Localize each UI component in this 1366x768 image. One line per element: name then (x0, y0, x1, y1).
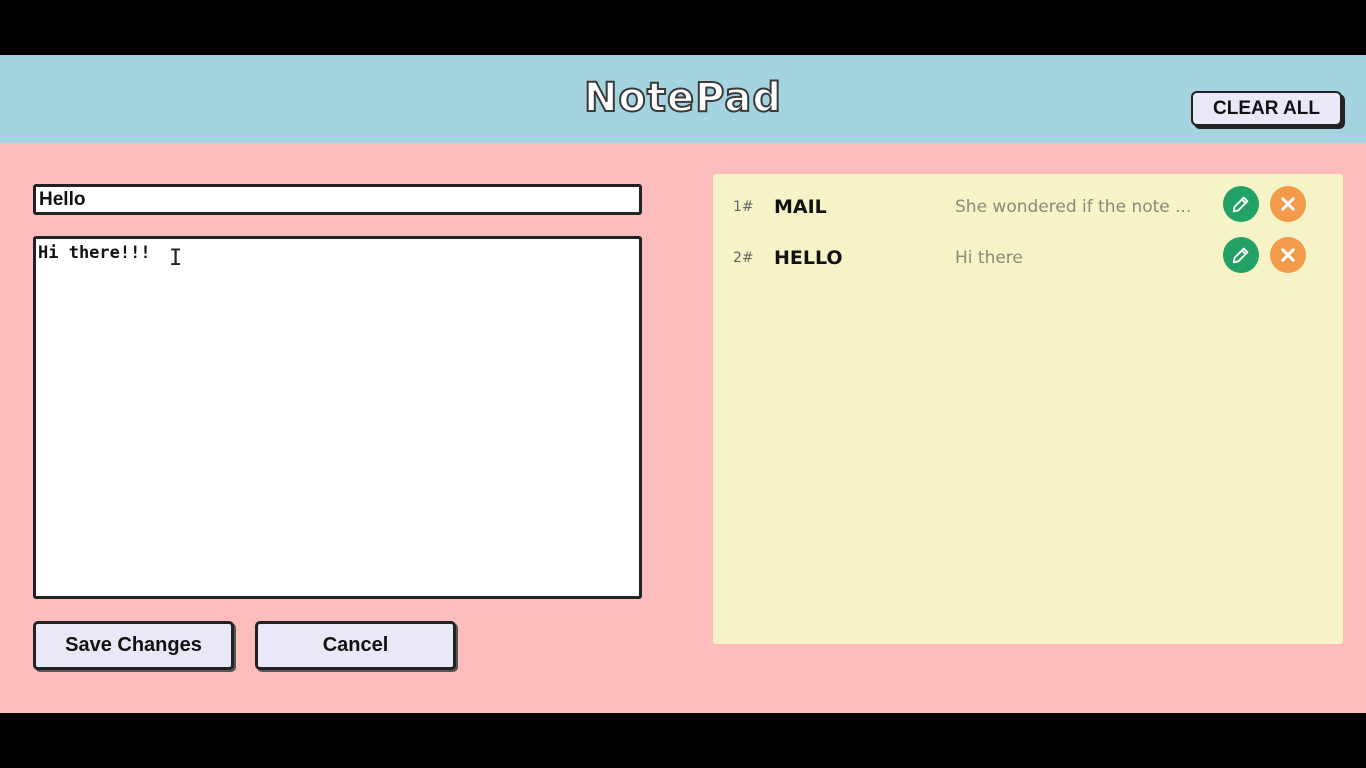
edit-note-button[interactable] (1223, 186, 1259, 222)
note-body-textarea[interactable]: Hi there!!! (33, 236, 642, 599)
app-title: NotePad (583, 74, 783, 122)
note-title-input[interactable] (33, 184, 642, 215)
notepad-app: NotePad CLEAR ALL Hi there!!! I Save Cha… (0, 55, 1366, 713)
pencil-icon (1232, 247, 1249, 264)
note-title[interactable]: MAIL (774, 196, 827, 218)
list-item: 2# HELLO Hi there (713, 237, 1343, 277)
header-bar: NotePad CLEAR ALL (0, 55, 1366, 143)
note-preview: She wondered if the note ... (955, 197, 1192, 217)
notes-list: 1# MAIL She wondered if the note ... 2# … (713, 174, 1343, 644)
note-number: 2# (733, 250, 754, 266)
note-number: 1# (733, 199, 754, 215)
clear-all-button[interactable]: CLEAR ALL (1191, 91, 1342, 126)
note-title[interactable]: HELLO (774, 247, 843, 269)
pencil-icon (1232, 196, 1249, 213)
close-icon (1281, 197, 1295, 211)
close-icon (1281, 248, 1295, 262)
delete-note-button[interactable] (1270, 186, 1306, 222)
text-cursor-icon: I (169, 246, 183, 271)
list-item: 1# MAIL She wondered if the note ... (713, 186, 1343, 226)
delete-note-button[interactable] (1270, 237, 1306, 273)
edit-note-button[interactable] (1223, 237, 1259, 273)
save-changes-button[interactable]: Save Changes (33, 621, 234, 670)
cancel-button[interactable]: Cancel (255, 621, 456, 670)
note-preview: Hi there (955, 248, 1023, 268)
